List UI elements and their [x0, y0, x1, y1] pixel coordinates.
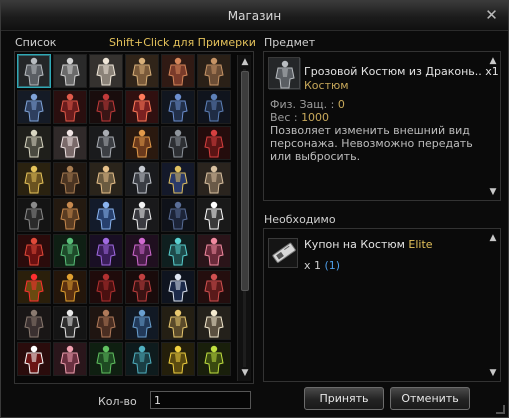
steel-armor-set-icon[interactable]	[89, 126, 123, 160]
scroll-down-icon[interactable]: ▼	[239, 367, 251, 379]
gold-armor-set-icon[interactable]	[17, 162, 51, 196]
heart-costume-icon[interactable]	[17, 270, 51, 304]
coupon-icon	[268, 238, 298, 268]
required-panel: Купон на Костюм Elite x 1 (1)	[263, 228, 501, 382]
scarlet-armor-set-icon[interactable]	[125, 90, 159, 124]
brown-bear-costume-icon[interactable]	[89, 306, 123, 340]
list-scrollbar[interactable]: ▲ ▼	[237, 55, 251, 381]
violet-qipao-costume-icon[interactable]	[125, 234, 159, 268]
pink-hat-costume-icon[interactable]	[53, 342, 87, 376]
dark-red-costume-icon[interactable]	[89, 270, 123, 304]
brown-armor-set-icon[interactable]	[197, 54, 231, 88]
item-name: Грозовой Костюм из Драконь.. x1	[304, 65, 499, 78]
blue-dress-costume-icon[interactable]	[89, 198, 123, 232]
title-bar[interactable]: Магазин ✕	[1, 1, 508, 31]
resize-grip[interactable]	[496, 405, 505, 414]
white-gold-costume-icon[interactable]	[197, 306, 231, 340]
gold-trim-costume-icon[interactable]	[161, 306, 195, 340]
detail-scroll-down-icon[interactable]: ▼	[487, 186, 499, 198]
sale-badge-icon[interactable]	[197, 198, 231, 232]
window-title: Магазин	[227, 9, 282, 23]
teddy-bear-costume-icon[interactable]	[17, 306, 51, 340]
teal-qipao-costume-icon[interactable]	[161, 234, 195, 268]
item-defense: Физ. Защ. : 0	[270, 98, 345, 111]
black-red-armor-set-icon[interactable]	[89, 90, 123, 124]
plate-armor-set-icon[interactable]	[53, 54, 87, 88]
coupon-name: Купон на Костюм	[304, 238, 409, 251]
owned-count: (1)	[324, 259, 341, 272]
weight-label: Вес :	[270, 111, 302, 124]
dark-blue-armor-set-icon[interactable]	[161, 90, 195, 124]
red-armor-set-icon[interactable]	[53, 90, 87, 124]
shop-window: Магазин ✕ Список Shift+Click для Примерк…	[0, 0, 509, 418]
dark-armor-set-icon[interactable]	[17, 54, 51, 88]
purple-qipao-costume-icon[interactable]	[89, 234, 123, 268]
teal-robe-costume-icon[interactable]	[125, 342, 159, 376]
defense-value: 0	[337, 98, 345, 111]
item-grid	[17, 54, 235, 376]
bronze-armor-set-icon[interactable]	[125, 54, 159, 88]
item-type: Костюм	[304, 79, 349, 92]
required-scroll-up-icon[interactable]: ▲	[487, 232, 499, 244]
santa-costume-icon[interactable]	[17, 342, 51, 376]
crimson-costume-icon[interactable]	[197, 270, 231, 304]
blue-armor-set-icon[interactable]	[17, 90, 51, 124]
dark-steel-armor-set-icon[interactable]	[161, 126, 195, 160]
required-scroll-down-icon[interactable]: ▼	[487, 367, 499, 379]
scroll-thumb[interactable]	[241, 71, 249, 291]
try-on-hint: Shift+Click для Примерки	[109, 36, 256, 49]
quantity-label: Кол-во	[98, 395, 137, 408]
accept-button[interactable]: Принять	[304, 387, 384, 410]
detail-scroll-up-icon[interactable]: ▲	[487, 55, 499, 67]
white-dress-costume-icon[interactable]	[53, 126, 87, 160]
swimsuit-costume-icon[interactable]	[89, 162, 123, 196]
selected-item-icon	[268, 57, 301, 90]
required-item-name: Купон на Костюм Elite	[304, 238, 433, 251]
gold-red-costume-icon[interactable]	[53, 270, 87, 304]
required-section-label: Необходимо	[264, 213, 336, 226]
scroll-up-icon[interactable]: ▲	[239, 56, 251, 68]
required-quantity: x 1 (1)	[304, 259, 340, 272]
red-black-costume-icon[interactable]	[125, 270, 159, 304]
defense-label: Физ. Защ. :	[270, 98, 338, 111]
item-section-label: Предмет	[264, 36, 316, 49]
required-count: x 1	[304, 259, 325, 272]
maid-costume-icon[interactable]	[125, 198, 159, 232]
tan-costume-icon[interactable]	[197, 162, 231, 196]
navy-white-costume-icon[interactable]	[161, 270, 195, 304]
white-armor-set-icon[interactable]	[89, 54, 123, 88]
item-weight: Вес : 1000	[270, 111, 329, 124]
red-cloak-costume-icon[interactable]	[197, 126, 231, 160]
item-detail-panel: Грозовой Костюм из Драконь.. x1 Костюм Ф…	[263, 51, 501, 201]
tribal-costume-icon[interactable]	[53, 198, 87, 232]
skeleton-armor-set-icon[interactable]	[17, 126, 51, 160]
required-scrollbar[interactable]: ▲ ▼	[486, 232, 500, 380]
knight-armor-set-icon[interactable]	[125, 162, 159, 196]
gold-red-armor-set-icon[interactable]	[125, 126, 159, 160]
lime-robe-costume-icon[interactable]	[197, 342, 231, 376]
detail-scrollbar[interactable]: ▲ ▼	[486, 55, 500, 199]
cancel-button[interactable]: Отменить	[390, 387, 470, 410]
black-dress-costume-icon[interactable]	[17, 198, 51, 232]
blue-coat-costume-icon[interactable]	[125, 306, 159, 340]
coupon-grade: Elite	[408, 238, 433, 251]
red-qipao-costume-icon[interactable]	[17, 234, 51, 268]
crimson-armor-set-icon[interactable]	[161, 54, 195, 88]
green-qipao-costume-icon[interactable]	[53, 234, 87, 268]
item-description: Позволяет изменить внешний вид персонажа…	[270, 124, 473, 163]
yellow-robe-costume-icon[interactable]	[161, 342, 195, 376]
weight-value: 1000	[301, 111, 330, 124]
pink-qipao-costume-icon[interactable]	[197, 234, 231, 268]
list-label: Список	[15, 36, 57, 49]
close-icon[interactable]: ✕	[484, 8, 499, 23]
navy-armor-set-icon[interactable]	[197, 90, 231, 124]
quantity-input[interactable]	[150, 391, 251, 409]
blue-gold-costume-icon[interactable]	[161, 162, 195, 196]
item-list-panel	[14, 51, 254, 384]
navy-suit-costume-icon[interactable]	[161, 198, 195, 232]
leather-armor-set-icon[interactable]	[53, 162, 87, 196]
green-robe-costume-icon[interactable]	[89, 342, 123, 376]
panda-costume-icon[interactable]	[53, 306, 87, 340]
